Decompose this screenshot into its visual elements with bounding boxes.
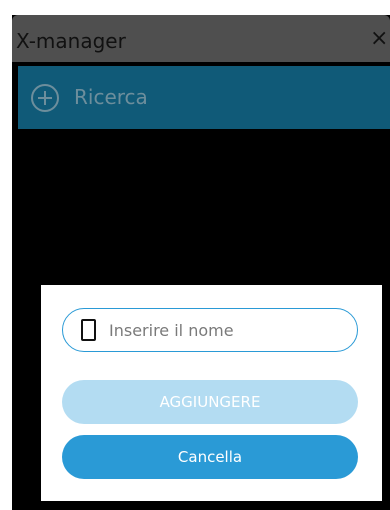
add-button[interactable]: AGGIUNGERE xyxy=(62,380,358,424)
search-label: Ricerca xyxy=(74,85,148,109)
add-contact-dialog: AGGIUNGERE Cancella xyxy=(41,285,382,501)
search-button[interactable]: Ricerca xyxy=(18,66,390,129)
cancel-button[interactable]: Cancella xyxy=(62,435,358,479)
app-screen: X-manager × Ricerca AGGIUNGERE Cancella xyxy=(12,15,390,510)
close-icon[interactable]: × xyxy=(370,27,390,51)
plus-circle-icon xyxy=(31,84,59,112)
phone-icon xyxy=(81,319,96,341)
name-input[interactable] xyxy=(109,315,349,345)
title-bar: X-manager × xyxy=(12,15,390,62)
app-title: X-manager xyxy=(16,29,126,53)
name-field[interactable] xyxy=(62,308,358,352)
